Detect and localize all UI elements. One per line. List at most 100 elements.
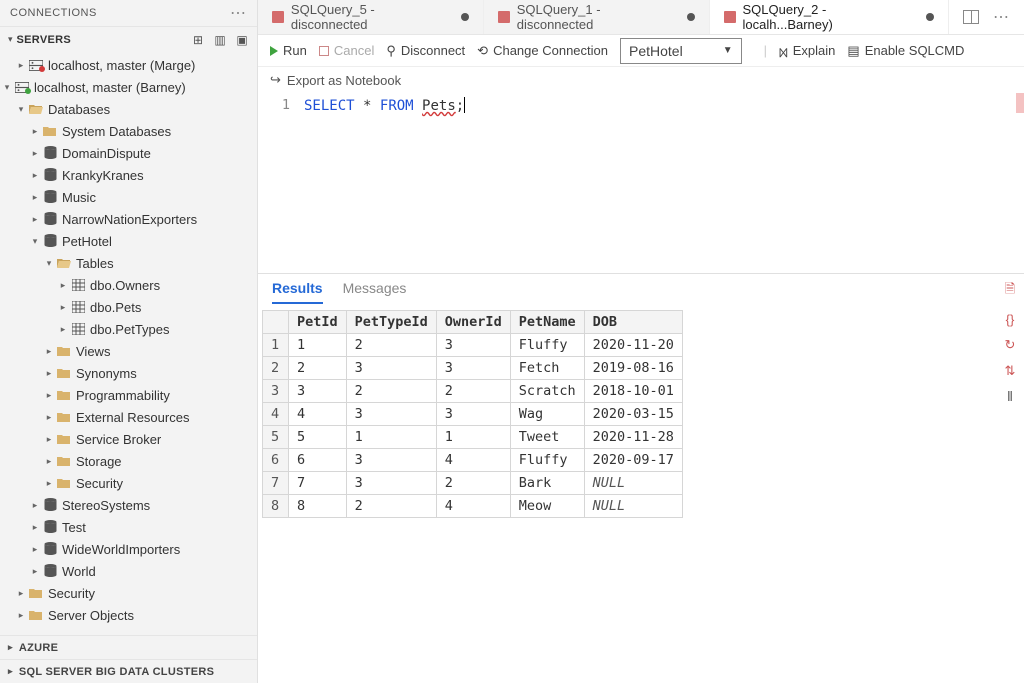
sql-editor[interactable]: 1 SELECT * FROM Pets; — [258, 93, 1024, 273]
db-subfolder[interactable]: ▸Storage — [0, 450, 257, 472]
grid-cell[interactable]: 3 — [289, 380, 347, 403]
tab-sqlquery1[interactable]: SQLQuery_1 - disconnected — [484, 0, 710, 34]
grid-cell[interactable]: 4 — [436, 449, 510, 472]
db-subfolder[interactable]: ▸Views — [0, 340, 257, 362]
grid-cell[interactable]: 6 — [289, 449, 347, 472]
row-number[interactable]: 8 — [263, 495, 289, 518]
table-row[interactable]: 6634Fluffy2020-09-17 — [263, 449, 683, 472]
table-node[interactable]: ▸dbo.Pets — [0, 296, 257, 318]
tables-folder[interactable]: ▾ Tables — [0, 252, 257, 274]
grid-cell[interactable]: 2 — [346, 495, 436, 518]
grid-cell[interactable]: 2020-11-20 — [584, 334, 682, 357]
grid-cell[interactable]: Scratch — [510, 380, 584, 403]
grid-cell[interactable]: 2018-10-01 — [584, 380, 682, 403]
column-header[interactable]: PetName — [510, 311, 584, 334]
databases-folder[interactable]: ▾ Databases — [0, 98, 257, 120]
grid-cell[interactable]: Meow — [510, 495, 584, 518]
database-node[interactable]: ▸Test — [0, 516, 257, 538]
split-editor-icon[interactable] — [963, 10, 979, 24]
server-node-marge[interactable]: ▸ localhost, master (Marge) — [0, 54, 257, 76]
database-node[interactable]: ▸NarrowNationExporters — [0, 208, 257, 230]
grid-cell[interactable]: 2 — [346, 380, 436, 403]
server-folder[interactable]: ▸Security — [0, 582, 257, 604]
minimap[interactable] — [1016, 93, 1024, 113]
messages-tab[interactable]: Messages — [343, 280, 407, 304]
grid-cell[interactable]: 3 — [346, 403, 436, 426]
database-node[interactable]: ▸KrankyKranes — [0, 164, 257, 186]
column-header[interactable]: PetTypeId — [346, 311, 436, 334]
run-button[interactable]: Run — [270, 43, 307, 58]
grid-cell[interactable]: 2019-08-16 — [584, 357, 682, 380]
grid-cell[interactable]: 3 — [346, 472, 436, 495]
azure-section-header[interactable]: ▸ AZURE — [0, 635, 257, 659]
cancel-button[interactable]: Cancel — [319, 43, 374, 58]
database-node[interactable]: ▸DomainDispute — [0, 142, 257, 164]
grid-cell[interactable]: 2020-03-15 — [584, 403, 682, 426]
column-header[interactable]: PetId — [289, 311, 347, 334]
code-line[interactable]: SELECT * FROM Pets; — [302, 93, 465, 273]
grid-cell[interactable]: 2 — [289, 357, 347, 380]
table-row[interactable]: 4433Wag2020-03-15 — [263, 403, 683, 426]
column-header[interactable]: OwnerId — [436, 311, 510, 334]
table-node[interactable]: ▸dbo.Owners — [0, 274, 257, 296]
grid-cell[interactable]: 3 — [436, 357, 510, 380]
table-row[interactable]: 2233Fetch2019-08-16 — [263, 357, 683, 380]
server-toolbar-icon[interactable]: ▣ — [235, 33, 249, 47]
servers-section-header[interactable]: ▾ SERVERS ⊞ ▥ ▣ — [0, 26, 257, 52]
grid-cell[interactable]: NULL — [584, 472, 682, 495]
database-node[interactable]: ▸StereoSystems — [0, 494, 257, 516]
database-node[interactable]: ▸Music — [0, 186, 257, 208]
explain-button[interactable]: ᢂ Explain — [779, 39, 835, 62]
row-number[interactable]: 7 — [263, 472, 289, 495]
column-header[interactable]: DOB — [584, 311, 682, 334]
swap-icon[interactable]: ⇅ — [1005, 363, 1016, 379]
row-number[interactable]: 3 — [263, 380, 289, 403]
row-number[interactable]: 2 — [263, 357, 289, 380]
table-row[interactable]: 5511Tweet2020-11-28 — [263, 426, 683, 449]
db-subfolder[interactable]: ▸Security — [0, 472, 257, 494]
grid-cell[interactable]: Fetch — [510, 357, 584, 380]
row-number[interactable]: 4 — [263, 403, 289, 426]
system-databases-folder[interactable]: ▸ System Databases — [0, 120, 257, 142]
chart-icon[interactable]: ⫴ — [1007, 389, 1012, 405]
db-subfolder[interactable]: ▸Synonyms — [0, 362, 257, 384]
connections-more-icon[interactable]: ⋯ — [230, 3, 247, 23]
disconnect-button[interactable]: ⚲ Disconnect — [386, 43, 465, 59]
database-pethotel[interactable]: ▾ PetHotel — [0, 230, 257, 252]
grid-cell[interactable]: 2020-09-17 — [584, 449, 682, 472]
db-subfolder[interactable]: ▸Programmability — [0, 384, 257, 406]
row-number[interactable]: 5 — [263, 426, 289, 449]
grid-cell[interactable]: 7 — [289, 472, 347, 495]
tab-sqlquery2[interactable]: SQLQuery_2 - localh...Barney) — [710, 0, 949, 34]
grid-corner[interactable] — [263, 311, 289, 334]
table-node[interactable]: ▸dbo.PetTypes — [0, 318, 257, 340]
server-folder[interactable]: ▸Server Objects — [0, 604, 257, 626]
tab-overflow-icon[interactable]: ⋯ — [993, 7, 1010, 27]
enable-sqlcmd-button[interactable]: ▤ Enable SQLCMD — [847, 43, 964, 59]
grid-cell[interactable]: 2020-11-28 — [584, 426, 682, 449]
database-selector[interactable]: PetHotel ▼ — [620, 38, 742, 64]
grid-cell[interactable]: 1 — [436, 426, 510, 449]
grid-cell[interactable]: 3 — [346, 357, 436, 380]
db-subfolder[interactable]: ▸Service Broker — [0, 428, 257, 450]
grid-cell[interactable]: 3 — [436, 403, 510, 426]
new-connection-icon[interactable]: ⊞ — [191, 33, 205, 47]
grid-cell[interactable]: 2 — [346, 334, 436, 357]
export-csv-icon[interactable]: 🗎 — [1005, 280, 1015, 302]
row-number[interactable]: 1 — [263, 334, 289, 357]
tab-sqlquery5[interactable]: SQLQuery_5 - disconnected — [258, 0, 484, 34]
grid-cell[interactable]: 1 — [289, 334, 347, 357]
grid-cell[interactable]: Fluffy — [510, 449, 584, 472]
grid-cell[interactable]: 3 — [436, 334, 510, 357]
server-node-barney[interactable]: ▾ localhost, master (Barney) — [0, 76, 257, 98]
grid-cell[interactable]: 8 — [289, 495, 347, 518]
new-group-icon[interactable]: ▥ — [213, 33, 227, 47]
grid-cell[interactable]: 2 — [436, 380, 510, 403]
table-row[interactable]: 1123Fluffy2020-11-20 — [263, 334, 683, 357]
database-node[interactable]: ▸WideWorldImporters — [0, 538, 257, 560]
results-tab[interactable]: Results — [272, 280, 323, 304]
grid-cell[interactable]: 5 — [289, 426, 347, 449]
grid-cell[interactable]: 4 — [436, 495, 510, 518]
grid-cell[interactable]: Wag — [510, 403, 584, 426]
table-row[interactable]: 3322Scratch2018-10-01 — [263, 380, 683, 403]
